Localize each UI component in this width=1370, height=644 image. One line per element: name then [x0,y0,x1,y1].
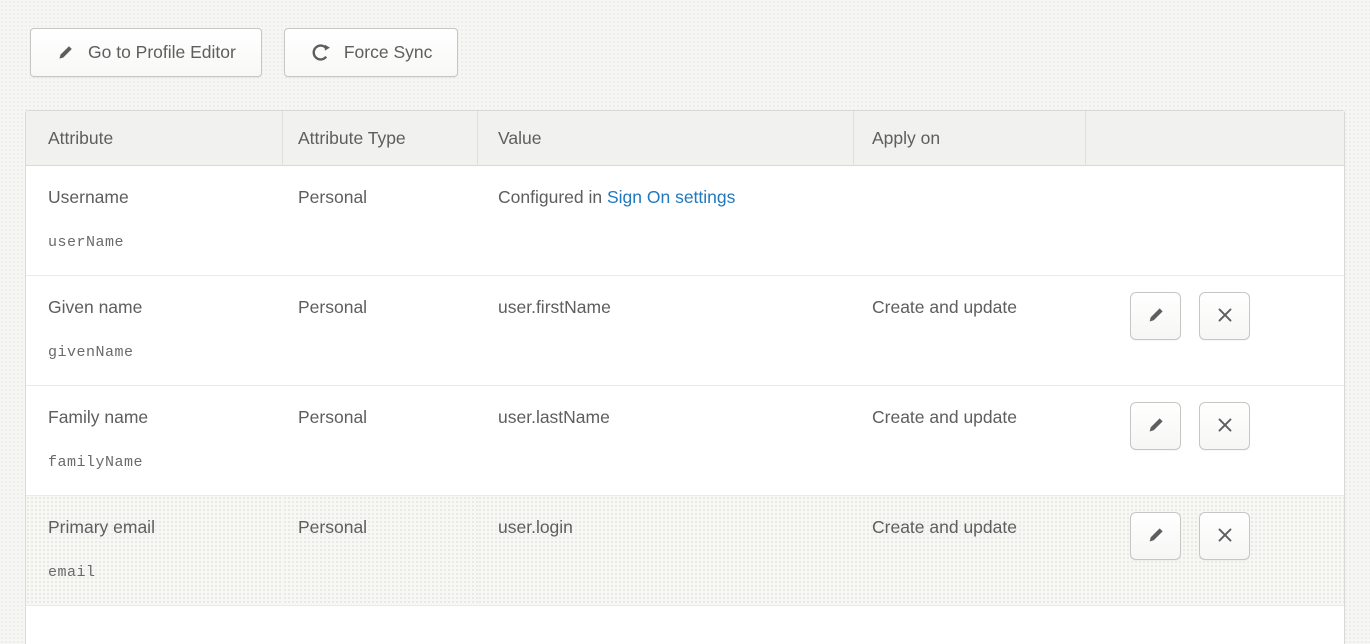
pencil-icon [1146,415,1166,438]
force-sync-label: Force Sync [344,42,433,63]
attribute-variable: userName [48,234,273,251]
attribute-type: Personal [283,496,478,606]
apply-on-cell: Create and update [854,276,1086,386]
toolbar: Go to Profile Editor Force Sync [30,28,1370,77]
value-cell: user.firstName [478,276,854,386]
actions-cell [1086,166,1344,276]
sign-on-settings-link[interactable]: Sign On settings [607,187,735,207]
pencil-icon [1146,305,1166,328]
apply-on-cell [854,166,1086,276]
value-text: Configured in [498,187,607,207]
table-row-primary-email: Primary email email Personal user.login … [26,496,1344,606]
table-header-row: Attribute Attribute Type Value Apply on [26,111,1344,166]
attribute-label: Given name [48,297,273,318]
force-sync-button[interactable]: Force Sync [284,28,459,77]
refresh-icon [310,42,331,63]
apply-on-cell: Create and update [854,496,1086,606]
go-to-profile-editor-button[interactable]: Go to Profile Editor [30,28,262,77]
pencil-icon [56,43,75,62]
value-cell: user.login [478,496,854,606]
actions-cell [1086,276,1344,386]
actions-cell [1086,496,1344,606]
attribute-variable: email [48,564,273,581]
table-row-username: Username userName Personal Configured in… [26,166,1344,276]
column-header-value: Value [478,111,854,166]
column-header-attribute: Attribute [26,111,283,166]
column-header-apply-on: Apply on [854,111,1086,166]
edit-attribute-button[interactable] [1130,402,1181,450]
go-to-profile-editor-label: Go to Profile Editor [88,42,236,63]
column-header-attribute-type: Attribute Type [283,111,478,166]
attribute-type: Personal [283,386,478,496]
attribute-variable: familyName [48,454,273,471]
edit-attribute-button[interactable] [1130,292,1181,340]
close-icon [1216,526,1234,547]
table-row-family-name: Family name familyName Personal user.las… [26,386,1344,496]
value-cell: Configured in Sign On settings [478,166,854,276]
close-icon [1216,306,1234,327]
attribute-variable: givenName [48,344,273,361]
value-cell: user.lastName [478,386,854,496]
column-header-actions [1086,111,1344,166]
attribute-type: Personal [283,166,478,276]
table-row-partial [26,606,1344,644]
delete-attribute-button[interactable] [1199,402,1250,450]
close-icon [1216,416,1234,437]
attribute-label: Primary email [48,517,273,538]
apply-on-cell: Create and update [854,386,1086,496]
actions-cell [1086,386,1344,496]
delete-attribute-button[interactable] [1199,292,1250,340]
attribute-mapping-table: Attribute Attribute Type Value Apply on … [25,110,1345,644]
attribute-label: Family name [48,407,273,428]
table-row-given-name: Given name givenName Personal user.first… [26,276,1344,386]
pencil-icon [1146,525,1166,548]
attribute-type: Personal [283,276,478,386]
edit-attribute-button[interactable] [1130,512,1181,560]
delete-attribute-button[interactable] [1199,512,1250,560]
attribute-label: Username [48,187,273,208]
